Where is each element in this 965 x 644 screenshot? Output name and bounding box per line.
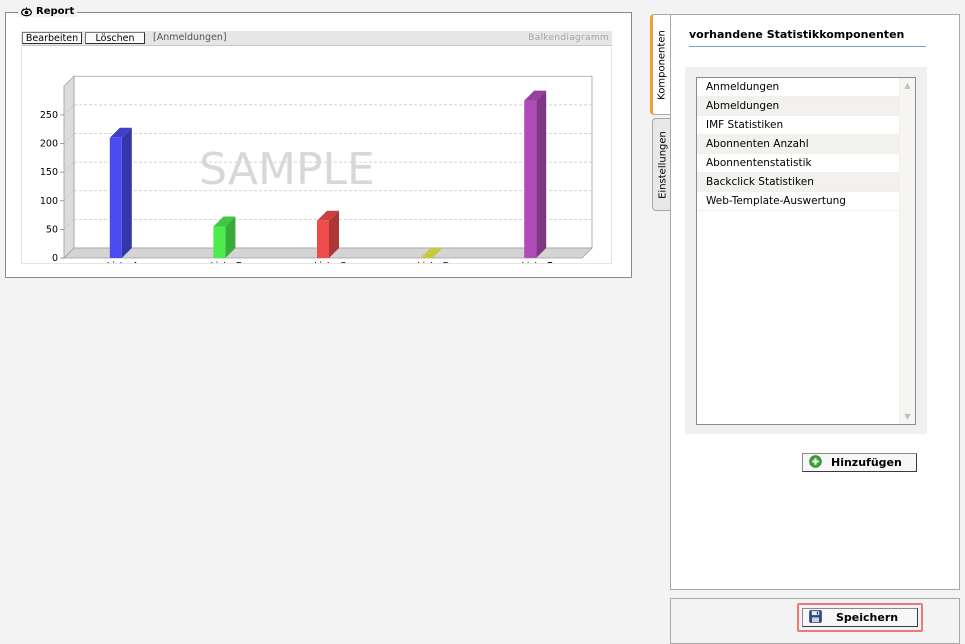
report-legend-label: Report [36, 6, 75, 17]
report-fieldset: Report Bearbeiten Löschen [Anmeldungen] … [5, 6, 632, 278]
y-tick-label: 150 [40, 167, 58, 178]
floppy-disk-icon [809, 609, 822, 623]
y-tick-label: 50 [46, 224, 58, 235]
tab-components[interactable]: Komponenten [650, 14, 670, 115]
y-tick-label: 0 [52, 253, 58, 263]
list-item[interactable]: Anmeldungen [697, 78, 901, 97]
chart-watermark: SAMPLE [199, 144, 375, 195]
bar-front [109, 137, 122, 258]
x-tick-label: Liste A [107, 261, 139, 263]
bar-chart: SAMPLE 0 50 100 150 200 250 Liste A Liste B List… [40, 75, 593, 263]
list-item[interactable]: Web-Template-Auswertung [697, 192, 901, 211]
bar-front [213, 226, 226, 258]
report-legend: Report [18, 6, 78, 17]
listbox-scrollbar[interactable]: ▲ ▼ [899, 78, 915, 424]
report-context-label: [Anmeldungen] [153, 32, 227, 43]
tab-settings-label: Einstellungen [657, 130, 668, 199]
plus-circle-icon [809, 454, 822, 468]
bar-front [317, 220, 329, 258]
bar-side [536, 90, 547, 258]
scroll-up-icon[interactable]: ▲ [901, 79, 914, 92]
panel-title: vorhandene Statistikkomponenten [689, 28, 926, 47]
add-button[interactable]: Hinzufügen [802, 453, 917, 472]
components-panel: vorhandene Statistikkomponenten Anmeldun… [670, 14, 960, 590]
tab-components-label: Komponenten [656, 29, 667, 100]
component-listbox[interactable]: Anmeldungen Abmeldungen IMF Statistiken Abo… [696, 77, 916, 425]
bar-front [524, 100, 537, 258]
report-toolbar: Bearbeiten Löschen [Anmeldungen] Balkend… [21, 31, 612, 46]
list-item[interactable]: Backclick Statistiken [697, 173, 901, 192]
add-button-label: Hinzufügen [831, 456, 902, 469]
x-tick-label: Liste B [210, 261, 242, 263]
scroll-down-icon[interactable]: ▼ [901, 410, 914, 423]
x-tick-label: Liste E [521, 261, 552, 263]
save-button-highlight: Speichern [797, 603, 923, 632]
list-item[interactable]: Abmeldungen [697, 97, 901, 116]
footer-bar: Speichern [670, 598, 960, 644]
x-tick-label: Liste C [314, 261, 346, 263]
bar [317, 210, 339, 258]
eye-icon [21, 7, 32, 17]
chart-type-label: Balkendiagramm [528, 33, 609, 43]
y-tick-label: 100 [40, 196, 58, 207]
y-tick-label: 200 [40, 139, 58, 150]
edit-button[interactable]: Bearbeiten [22, 32, 82, 44]
save-button-label: Speichern [836, 611, 899, 624]
save-button[interactable]: Speichern [802, 608, 918, 627]
bar-side [121, 127, 132, 258]
delete-button[interactable]: Löschen [85, 32, 145, 44]
bar [109, 127, 132, 258]
list-item[interactable]: IMF Statistiken [697, 116, 901, 135]
component-list-wrapper: Anmeldungen Abmeldungen IMF Statistiken Abo… [685, 67, 927, 434]
list-item[interactable]: Abonnentenstatistik [697, 154, 901, 173]
chart-area: SAMPLE 0 50 100 150 200 250 Liste A Liste B List… [21, 47, 612, 264]
bar [524, 90, 547, 258]
tab-settings[interactable]: Einstellungen [652, 118, 672, 211]
x-tick-label: Liste D [417, 261, 450, 263]
y-tick-label: 250 [40, 110, 58, 121]
list-item[interactable]: Abonnenten Anzahl [697, 135, 901, 154]
